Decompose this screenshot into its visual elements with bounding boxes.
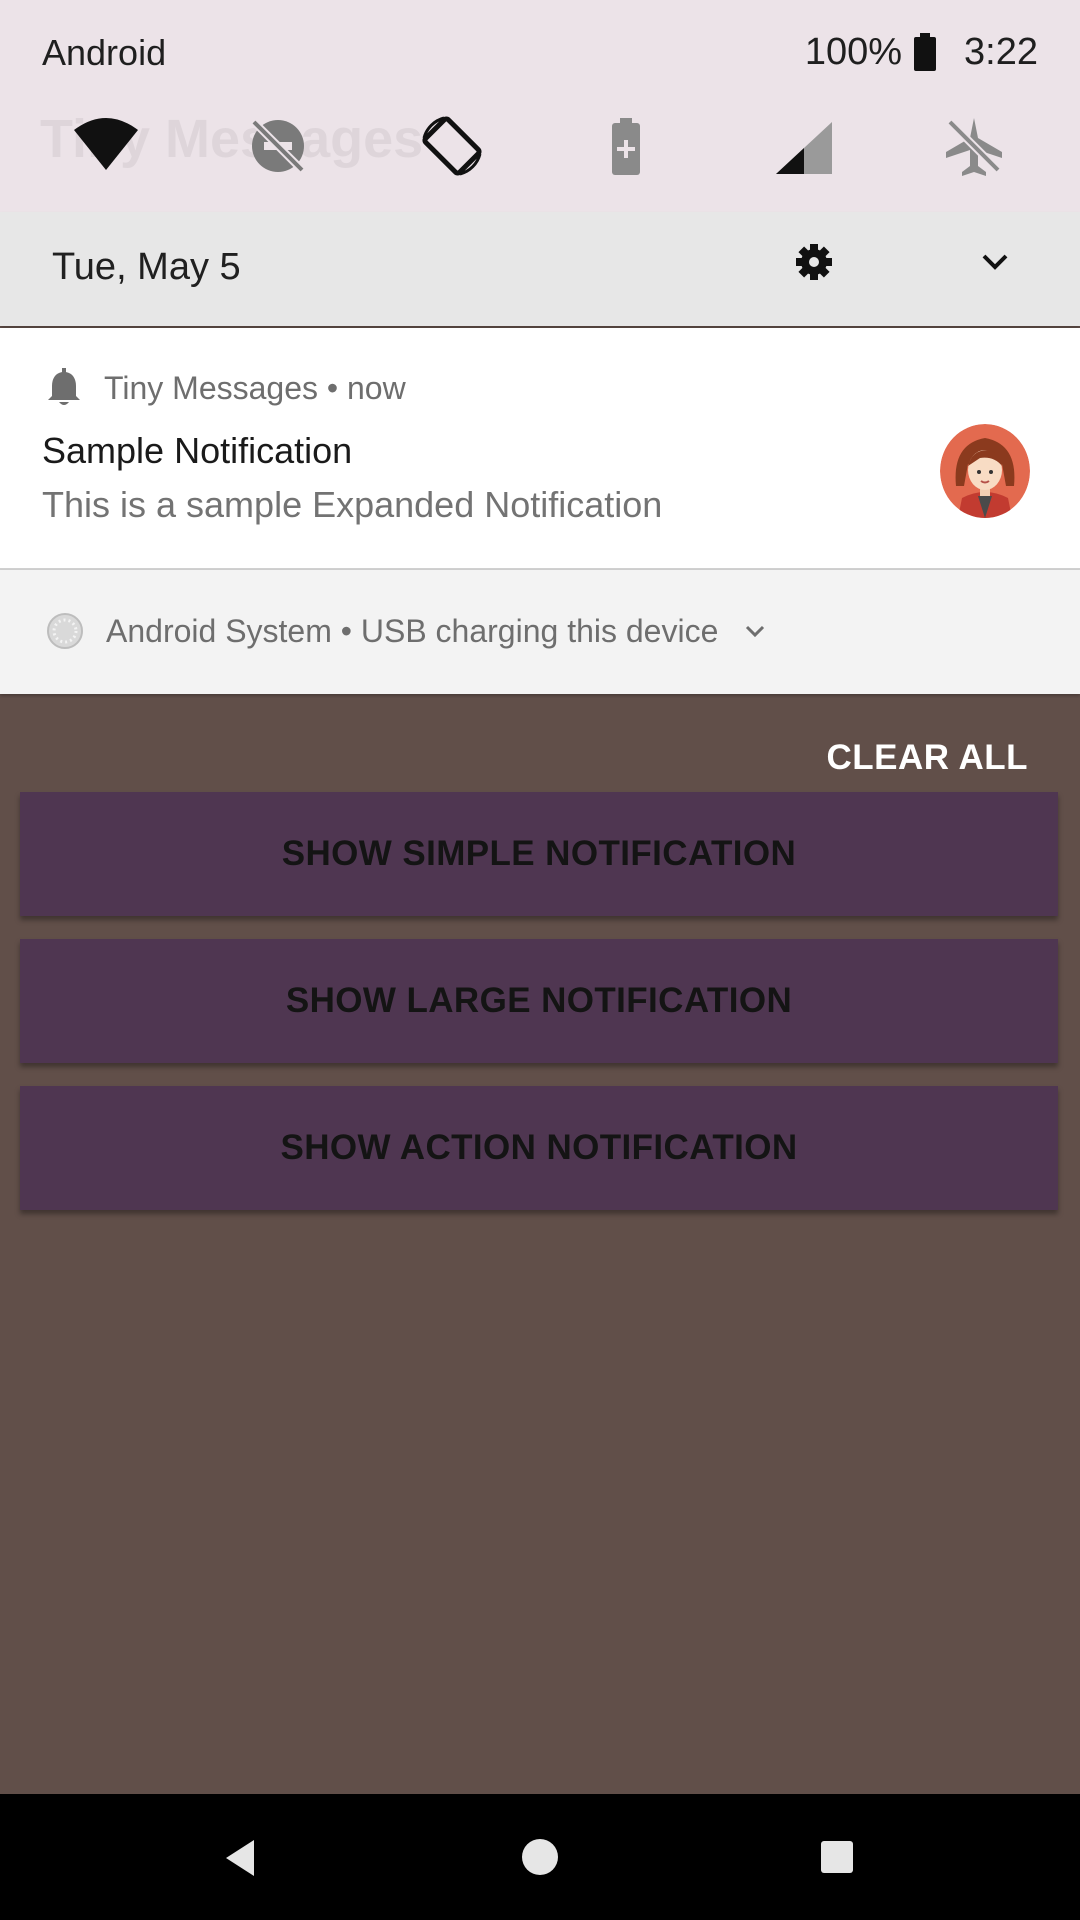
carrier-label: Android [42,32,167,73]
notification-time: now [346,369,406,406]
system-notification-row: Android System • USB charging this devic… [46,612,766,650]
notification-body: This is a sample Expanded Notification [42,484,663,525]
battery-icon [914,33,937,71]
notification-title: Sample Notification [42,430,353,471]
date-bar: Tue, May 5 [0,212,1080,326]
expand-notification-chevron-icon[interactable] [744,623,766,639]
system-separator: • [340,612,352,649]
show-simple-notification-button[interactable]: SHOW SIMPLE NOTIFICATION [20,792,1058,916]
status-bar: Android 100% 3:22 [0,0,1080,108]
back-icon[interactable] [222,1838,258,1878]
cellular-signal-icon[interactable] [764,108,840,184]
recent-apps-icon[interactable] [820,1840,854,1874]
notification-tiny-messages[interactable]: Tiny Messages • now Sample Notification … [0,328,1080,568]
battery-percent: 100% [804,30,903,73]
battery-saver-icon[interactable] [588,108,664,184]
system-notification-text: USB charging this device [360,612,719,649]
date-label: Tue, May 5 [52,246,241,288]
home-icon[interactable] [521,1838,559,1876]
usb-charging-icon [47,613,83,649]
notification-app-name: Tiny Messages [104,369,318,406]
notification-separator: • [326,369,339,406]
bell-icon [48,368,80,405]
notification-header: Tiny Messages • now [46,368,406,408]
notification-android-system[interactable]: Android System • USB charging this devic… [0,570,1080,694]
do-not-disturb-off-icon[interactable] [240,108,316,184]
settings-gear-icon[interactable] [794,242,834,282]
auto-rotate-icon[interactable] [414,108,490,184]
status-right: 100% 3:22 [805,30,1038,74]
show-action-notification-button[interactable]: SHOW ACTION NOTIFICATION [20,1086,1058,1210]
expand-chevron-icon[interactable] [980,250,1010,274]
show-large-notification-button[interactable]: SHOW LARGE NOTIFICATION [20,939,1058,1063]
system-app-name: Android System [106,612,332,649]
clock: 3:22 [964,30,1038,73]
quick-settings-tiles [0,108,1080,184]
clear-all-button[interactable]: CLEAR ALL [826,738,1028,778]
airplane-mode-off-icon[interactable] [936,108,1012,184]
wifi-icon[interactable] [68,108,144,184]
avatar-icon [940,424,1030,518]
